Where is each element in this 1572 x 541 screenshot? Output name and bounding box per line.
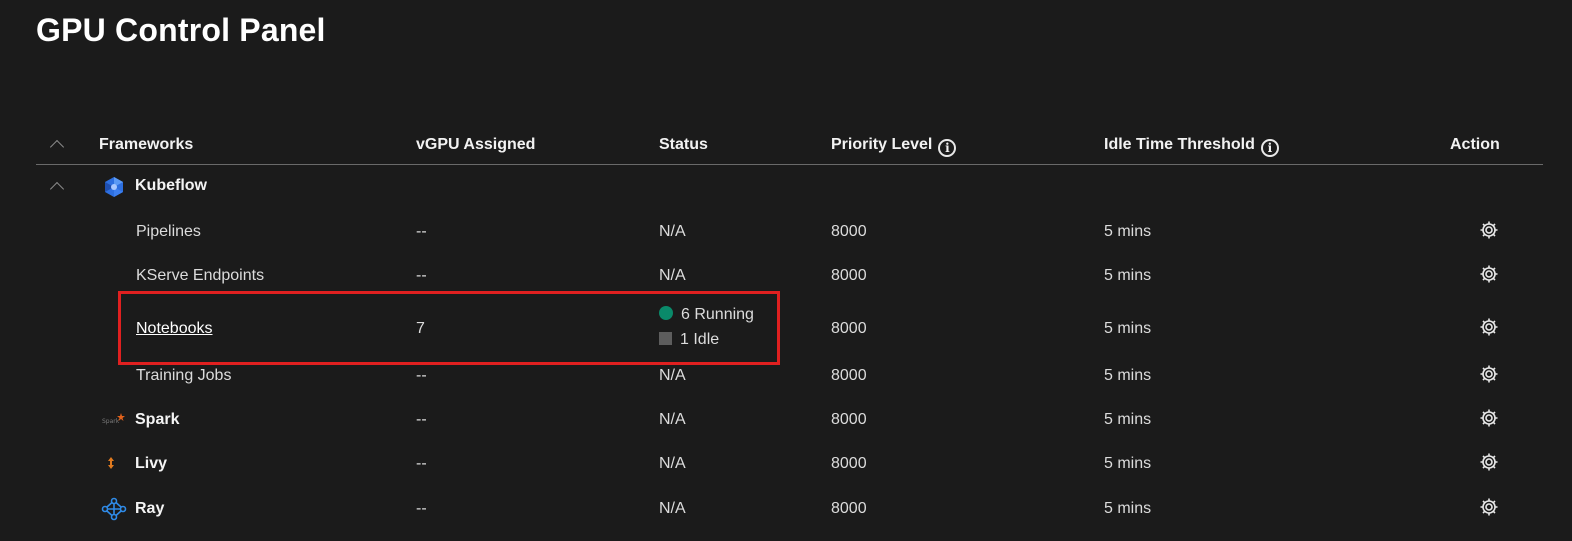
row-priority: 8000 <box>831 367 867 384</box>
table-header: Frameworks vGPU Assigned Status Priority… <box>36 125 1543 165</box>
ray-logo-icon <box>101 497 127 526</box>
row-name: Training Jobs <box>136 367 232 384</box>
table-row: Notebooks 7 6 Running 1 Idle 8000 5 mins <box>36 297 1543 359</box>
livy-logo-icon <box>106 455 116 476</box>
row-vgpu: -- <box>416 267 427 284</box>
row-status: N/A <box>659 411 686 428</box>
row-vgpu: -- <box>416 455 427 472</box>
row-priority: 8000 <box>831 500 867 517</box>
status-running: 6 Running <box>659 306 754 331</box>
group-row-spark[interactable]: Spark Spark -- N/A 8000 5 mins <box>36 403 1543 447</box>
page-title: GPU Control Panel <box>36 12 326 48</box>
idle-square-icon <box>659 332 672 345</box>
row-priority: 8000 <box>831 411 867 428</box>
row-idle-threshold: 5 mins <box>1104 267 1152 284</box>
row-status: N/A <box>659 223 686 240</box>
row-priority: 8000 <box>831 455 867 472</box>
row-priority: 8000 <box>831 223 867 240</box>
header-idle-label[interactable]: Idle Time Threshold <box>1104 136 1255 153</box>
gear-icon[interactable] <box>1479 408 1499 428</box>
row-priority: 8000 <box>831 267 867 284</box>
row-status: 6 Running 1 Idle <box>659 306 754 356</box>
group-name: Spark <box>135 411 180 428</box>
kubeflow-logo-icon <box>103 176 125 203</box>
row-idle-threshold: 5 mins <box>1104 455 1152 472</box>
idle-info-icon[interactable]: i <box>1260 139 1279 157</box>
gear-icon[interactable] <box>1479 220 1499 240</box>
gear-icon[interactable] <box>1479 317 1499 337</box>
row-status: N/A <box>659 267 686 284</box>
header-vgpu-assigned[interactable]: vGPU Assigned <box>416 136 535 154</box>
row-priority: 8000 <box>831 320 867 337</box>
spark-logo-icon: Spark <box>102 411 126 432</box>
frameworks-table: Frameworks vGPU Assigned Status Priority… <box>36 125 1543 535</box>
row-status: N/A <box>659 500 686 517</box>
status-running-label: 6 Running <box>681 306 754 323</box>
row-vgpu: -- <box>416 411 427 428</box>
group-row-kubeflow[interactable]: Kubeflow <box>36 165 1543 209</box>
gear-icon[interactable] <box>1479 264 1499 284</box>
row-vgpu: 7 <box>416 320 425 337</box>
group-name: Kubeflow <box>135 177 207 194</box>
header-priority-level: Priority Level i <box>831 136 957 157</box>
priority-info-icon[interactable]: i <box>938 139 957 157</box>
row-idle-threshold: 5 mins <box>1104 411 1152 428</box>
running-dot-icon <box>659 306 673 320</box>
group-name: Ray <box>135 500 165 517</box>
status-idle: 1 Idle <box>659 331 754 356</box>
row-idle-threshold: 5 mins <box>1104 320 1152 337</box>
header-priority-label[interactable]: Priority Level <box>831 136 932 153</box>
row-status: N/A <box>659 455 686 472</box>
header-idle-time-threshold: Idle Time Threshold i <box>1104 136 1279 157</box>
row-idle-threshold: 5 mins <box>1104 500 1152 517</box>
svg-text:Spark: Spark <box>102 418 120 425</box>
gear-icon[interactable] <box>1479 497 1499 517</box>
gear-icon[interactable] <box>1479 364 1499 384</box>
table-row: KServe Endpoints -- N/A 8000 5 mins <box>36 253 1543 297</box>
header-frameworks[interactable]: Frameworks <box>99 136 193 154</box>
gear-icon[interactable] <box>1479 452 1499 472</box>
row-vgpu: -- <box>416 223 427 240</box>
row-idle-threshold: 5 mins <box>1104 367 1152 384</box>
row-name: Pipelines <box>136 223 201 240</box>
group-name: Livy <box>135 455 168 472</box>
collapse-all-toggle[interactable] <box>49 139 65 157</box>
table-row: Training Jobs -- N/A 8000 5 mins <box>36 359 1543 403</box>
row-status: N/A <box>659 367 686 384</box>
chevron-up-icon <box>49 181 65 197</box>
header-status[interactable]: Status <box>659 136 708 154</box>
gpu-control-panel-page: GPU Control Panel Frameworks vGPU Assign… <box>0 0 1572 541</box>
status-idle-label: 1 Idle <box>680 331 720 348</box>
chevron-up-icon <box>49 139 65 155</box>
header-action: Action <box>1450 136 1500 153</box>
row-idle-threshold: 5 mins <box>1104 223 1152 240</box>
group-row-ray[interactable]: Ray -- N/A 8000 5 mins <box>36 491 1543 535</box>
group-row-livy[interactable]: Livy -- N/A 8000 5 mins <box>36 447 1543 491</box>
row-name: KServe Endpoints <box>136 267 265 284</box>
kubeflow-collapse-toggle[interactable] <box>49 181 65 199</box>
row-vgpu: -- <box>416 500 427 517</box>
table-row: Pipelines -- N/A 8000 5 mins <box>36 209 1543 253</box>
notebooks-link[interactable]: Notebooks <box>136 320 213 338</box>
row-vgpu: -- <box>416 367 427 384</box>
